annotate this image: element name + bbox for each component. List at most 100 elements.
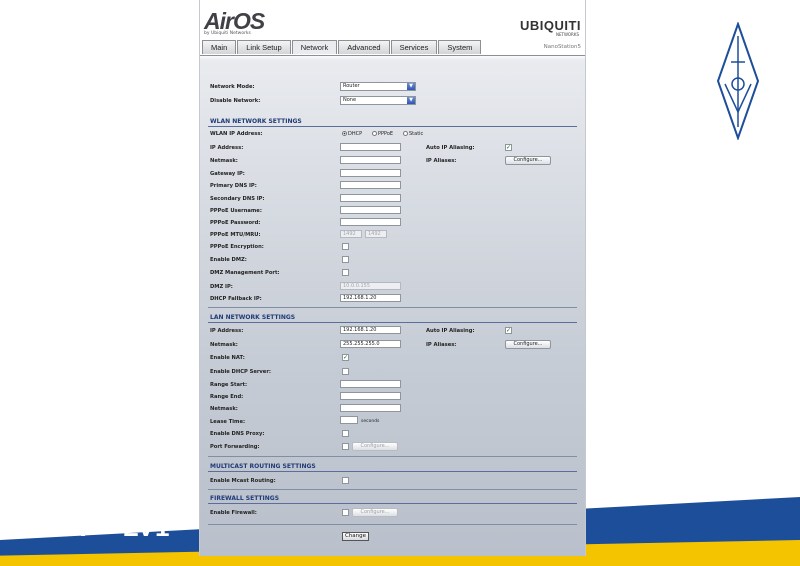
tab-system[interactable]: System	[438, 40, 482, 54]
dmz-ip-input[interactable]: 10.0.0.155	[340, 282, 401, 290]
pppoe-password-label: PPPoE Password:	[210, 220, 261, 226]
chevron-down-icon: ▼	[407, 83, 415, 90]
lease-time-input[interactable]	[340, 416, 358, 424]
network-mode-select[interactable]: Router ▼	[340, 82, 416, 91]
section-divider	[208, 489, 577, 490]
firewall-section-title: FIREWALL SETTINGS	[210, 495, 280, 502]
tab-services[interactable]: Services	[390, 40, 438, 54]
wlan-auto-ip-aliasing-checkbox[interactable]: ✓	[505, 144, 512, 151]
wlan-ip-address-label: IP Address:	[210, 145, 244, 151]
dhcp-netmask-label: Netmask:	[210, 406, 238, 412]
pppoe-username-label: PPPoE Username:	[210, 208, 262, 214]
pppoe-mru-input[interactable]: 1492	[365, 230, 387, 238]
pppoe-mtu-mru-label: PPPoE MTU/MRU:	[210, 232, 261, 238]
lan-netmask-label: Netmask:	[210, 342, 238, 348]
enable-dns-proxy-checkbox[interactable]	[342, 430, 349, 437]
section-divider	[208, 126, 577, 127]
wlan-ip-address-input[interactable]	[340, 143, 401, 151]
dhcp-fallback-ip-input[interactable]: 192.168.1.20	[340, 294, 401, 302]
firewall-configure-button[interactable]: Configure...	[352, 508, 398, 517]
chevron-down-icon: ▼	[407, 97, 415, 104]
lease-time-label: Lease Time:	[210, 419, 246, 425]
network-mode-label: Network Mode:	[210, 84, 255, 90]
range-start-label: Range Start:	[210, 382, 248, 388]
radio-dhcp[interactable]: DHCP	[342, 131, 362, 137]
airos-network-page: AirOS by Ubiquiti Networks UBIQUITI NETW…	[199, 0, 586, 556]
enable-nat-label: Enable NAT:	[210, 355, 245, 361]
enable-dns-proxy-label: Enable DNS Proxy:	[210, 431, 265, 437]
dmz-management-port-checkbox[interactable]	[342, 269, 349, 276]
lan-ip-aliases-label: IP Aliases:	[426, 342, 457, 348]
pppoe-encryption-label: PPPoE Encryption:	[210, 244, 264, 250]
enable-mcast-routing-checkbox[interactable]	[342, 477, 349, 484]
enable-mcast-routing-label: Enable Mcast Routing:	[210, 478, 276, 484]
section-divider	[208, 456, 577, 457]
tab-network[interactable]: Network	[291, 40, 338, 54]
gateway-ip-label: Gateway IP:	[210, 171, 245, 177]
main-tabs: Main Link Setup Network Advanced Service…	[202, 40, 482, 55]
tab-advanced[interactable]: Advanced	[338, 40, 390, 54]
wlan-ip-mode-label: WLAN IP Address:	[210, 131, 263, 137]
tab-main[interactable]: Main	[202, 40, 237, 54]
disable-network-label: Disable Network:	[210, 98, 261, 104]
section-divider	[208, 307, 577, 308]
tab-link-setup[interactable]: Link Setup	[237, 40, 291, 54]
lan-auto-ip-aliasing-label: Auto IP Aliasing:	[426, 328, 475, 334]
range-start-input[interactable]	[340, 380, 401, 388]
airos-logo-subtitle: by Ubiquiti Networks	[204, 31, 251, 36]
slide-label: ÖVSV – LV1	[18, 512, 170, 542]
dmz-ip-label: DMZ IP:	[210, 284, 233, 290]
enable-firewall-checkbox[interactable]	[342, 509, 349, 516]
tab-divider	[200, 55, 585, 56]
wlan-netmask-input[interactable]	[340, 156, 401, 164]
enable-dhcp-server-checkbox[interactable]	[342, 368, 349, 375]
pppoe-username-input[interactable]	[340, 206, 401, 214]
ubiquiti-logo: UBIQUITI	[519, 18, 581, 33]
wlan-ip-aliases-configure-button[interactable]: Configure...	[505, 156, 551, 165]
pppoe-encryption-checkbox[interactable]	[342, 243, 349, 250]
radio-pppoe[interactable]: PPPoE	[372, 131, 393, 137]
lan-auto-ip-aliasing-checkbox[interactable]: ✓	[505, 327, 512, 334]
enable-dmz-checkbox[interactable]	[342, 256, 349, 263]
radio-static[interactable]: Static	[403, 131, 423, 137]
gateway-ip-input[interactable]	[340, 169, 401, 177]
secondary-dns-input[interactable]	[340, 194, 401, 202]
section-divider	[208, 471, 577, 472]
enable-firewall-label: Enable Firewall:	[210, 510, 257, 516]
pppoe-password-input[interactable]	[340, 218, 401, 226]
range-end-input[interactable]	[340, 392, 401, 400]
dhcp-netmask-input[interactable]	[340, 404, 401, 412]
device-model: NanoStation5	[543, 44, 581, 50]
enable-nat-checkbox[interactable]: ✓	[342, 354, 349, 361]
lan-section-title: LAN NETWORK SETTINGS	[210, 314, 296, 321]
dhcp-fallback-ip-label: DHCP Fallback IP:	[210, 296, 262, 302]
wlan-ip-aliases-label: IP Aliases:	[426, 158, 457, 164]
ubiquiti-logo-subtitle: NETWORKS	[555, 32, 579, 37]
section-divider	[208, 524, 577, 525]
wlan-auto-ip-aliasing-label: Auto IP Aliasing:	[426, 145, 475, 151]
lan-netmask-input[interactable]: 255.255.255.0	[340, 340, 401, 348]
port-forwarding-configure-button[interactable]: Configure...	[352, 442, 398, 451]
change-button[interactable]: Change	[342, 532, 369, 541]
primary-dns-input[interactable]	[340, 181, 401, 189]
wlan-netmask-label: Netmask:	[210, 158, 238, 164]
ovsv-logo-icon	[716, 22, 760, 140]
lan-ip-address-label: IP Address:	[210, 328, 244, 334]
port-forwarding-label: Port Forwarding:	[210, 444, 260, 450]
lease-time-unit: seconds	[361, 419, 380, 424]
range-end-label: Range End:	[210, 394, 244, 400]
primary-dns-label: Primary DNS IP:	[210, 183, 257, 189]
secondary-dns-label: Secondary DNS IP:	[210, 196, 265, 202]
section-divider	[208, 503, 577, 504]
dmz-management-port-label: DMZ Management Port:	[210, 270, 280, 276]
enable-dhcp-server-label: Enable DHCP Server:	[210, 369, 271, 375]
enable-dmz-label: Enable DMZ:	[210, 257, 247, 263]
port-forwarding-checkbox[interactable]	[342, 443, 349, 450]
lan-ip-address-input[interactable]: 192.168.1.20	[340, 326, 401, 334]
wlan-section-title: WLAN NETWORK SETTINGS	[210, 118, 302, 125]
multicast-section-title: MULTICAST ROUTING SETTINGS	[210, 463, 316, 470]
disable-network-select[interactable]: None ▼	[340, 96, 416, 105]
pppoe-mtu-input[interactable]: 1492	[340, 230, 362, 238]
lan-ip-aliases-configure-button[interactable]: Configure...	[505, 340, 551, 349]
section-divider	[208, 322, 577, 323]
